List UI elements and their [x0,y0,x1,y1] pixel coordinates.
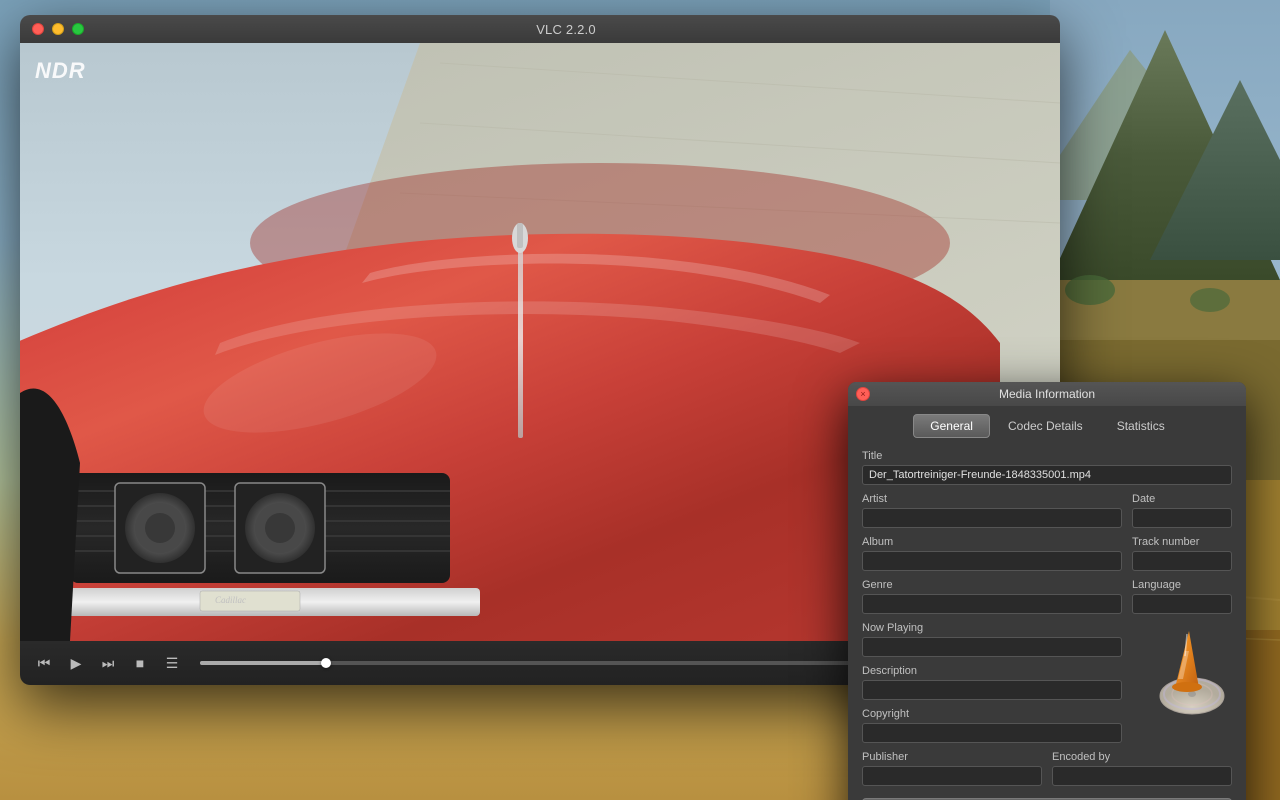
publisher-label: Publisher [862,751,1042,763]
vlc-cone-icon [1137,626,1227,716]
play-button[interactable]: ▶ [64,651,88,675]
artist-field: Artist [862,493,1122,528]
close-button[interactable] [32,23,44,35]
left-fields: Now Playing Description Copyright [862,622,1122,751]
language-input[interactable] [1132,594,1232,614]
album-field: Album [862,536,1122,571]
artist-date-row: Artist Date [862,493,1232,528]
tab-statistics[interactable]: Statistics [1101,414,1181,438]
track-number-field: Track number [1132,536,1232,571]
window-title: VLC 2.2.0 [84,22,1048,37]
encoded-by-label: Encoded by [1052,751,1232,763]
stop-button[interactable]: ■ [128,651,152,675]
language-field: Language [1132,579,1232,614]
desktop: VLC 2.2.0 [0,0,1280,800]
description-field: Description [862,665,1122,700]
rewind-button[interactable]: ⏮ [32,651,56,675]
fast-forward-button[interactable]: ⏭ [96,651,120,675]
now-playing-label: Now Playing [862,622,1122,634]
vlc-logo-section [1132,622,1232,751]
tab-general[interactable]: General [913,414,990,438]
window-controls [32,23,84,35]
genre-label: Genre [862,579,1122,591]
playlist-button[interactable]: ☰ [160,651,184,675]
progress-fill [200,661,326,665]
description-label: Description [862,665,1122,677]
description-input[interactable] [862,680,1122,700]
dialog-titlebar: × Media Information [848,382,1246,406]
genre-input[interactable] [862,594,1122,614]
publisher-input[interactable] [862,766,1042,786]
maximize-button[interactable] [72,23,84,35]
now-playing-input[interactable] [862,637,1122,657]
close-icon: × [860,390,865,399]
track-number-input[interactable] [1132,551,1232,571]
artist-input[interactable] [862,508,1122,528]
now-playing-field: Now Playing [862,622,1122,657]
album-input[interactable] [862,551,1122,571]
title-input[interactable] [862,465,1232,485]
dialog-tabs: General Codec Details Statistics [848,406,1246,438]
title-label: Title [862,450,1232,462]
album-label: Album [862,536,1122,548]
tab-codec-details[interactable]: Codec Details [992,414,1099,438]
genre-language-row: Genre Language [862,579,1232,614]
minimize-button[interactable] [52,23,64,35]
svg-text:Cadillac: Cadillac [215,595,246,605]
publisher-encoded-row: Publisher Encoded by [862,751,1232,786]
vlc-titlebar: VLC 2.2.0 [20,15,1060,43]
save-btn-row: Save Metadata [862,794,1232,800]
date-field: Date [1132,493,1232,528]
language-label: Language [1132,579,1232,591]
track-number-label: Track number [1132,536,1232,548]
date-input[interactable] [1132,508,1232,528]
copyright-field: Copyright [862,708,1122,743]
artist-label: Artist [862,493,1122,505]
progress-handle[interactable] [321,658,331,668]
now-playing-section: Now Playing Description Copyright [862,622,1232,751]
genre-field: Genre [862,579,1122,614]
ndr-logo: NDR [35,58,86,84]
copyright-input[interactable] [862,723,1122,743]
dialog-title: Media Information [858,387,1236,401]
album-track-row: Album Track number [862,536,1232,571]
date-label: Date [1132,493,1232,505]
copyright-label: Copyright [862,708,1122,720]
media-info-dialog: × Media Information General Codec Detail… [848,382,1246,800]
encoded-by-field: Encoded by [1052,751,1232,786]
encoded-by-input[interactable] [1052,766,1232,786]
dialog-body: Title Artist Date Album [848,438,1246,800]
dialog-close-button[interactable]: × [856,387,870,401]
title-field-group: Title [862,450,1232,485]
publisher-field: Publisher [862,751,1042,786]
